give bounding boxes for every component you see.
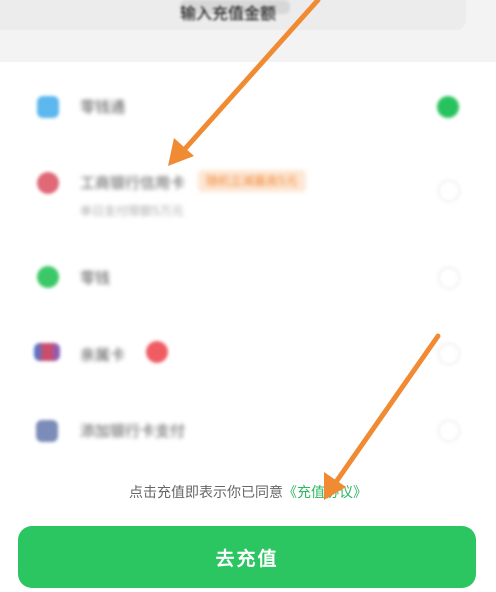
bank-card-icon bbox=[37, 172, 59, 194]
unselected-radio[interactable] bbox=[438, 420, 460, 442]
promo-tag: 随机立减最高5元 bbox=[198, 170, 306, 192]
amount-area: 输入充值金额 bbox=[0, 0, 496, 62]
payment-row-family-card[interactable]: 亲属卡 bbox=[0, 316, 496, 392]
amount-input[interactable]: 输入充值金额 bbox=[0, 0, 466, 30]
wallet-icon bbox=[37, 96, 59, 118]
unselected-radio[interactable] bbox=[438, 343, 460, 365]
payment-subtext: 单日支付限额5万元 bbox=[80, 204, 184, 218]
recharge-button[interactable]: 去充值 bbox=[18, 526, 476, 588]
recharge-agreement-link[interactable]: 《充值协议》 bbox=[283, 485, 367, 501]
bottom-action-bar: 去充值 bbox=[0, 510, 496, 592]
payment-label: 亲属卡 bbox=[80, 346, 126, 364]
unselected-radio[interactable] bbox=[438, 267, 460, 289]
payment-method-list: 零钱通 工商银行信用卡 随机立减最高5元 单日支付限额5万元 零钱 亲属卡 添加… bbox=[0, 62, 496, 482]
payment-label: 零钱通 bbox=[80, 98, 126, 116]
payment-label: 工商银行信用卡 bbox=[80, 174, 186, 192]
add-card-icon bbox=[36, 420, 58, 442]
change-icon bbox=[37, 266, 59, 288]
agreement-notice: 点击充值即表示你已同意《充值协议》 bbox=[0, 482, 496, 510]
amount-input-placeholder: 输入充值金额 bbox=[180, 0, 290, 23]
payment-label: 零钱 bbox=[80, 269, 111, 287]
payment-row-lingqian[interactable]: 零钱 bbox=[0, 240, 496, 316]
payment-row-credit-card[interactable]: 工商银行信用卡 随机立减最高5元 单日支付限额5万元 bbox=[0, 144, 496, 240]
selected-radio[interactable] bbox=[437, 96, 459, 118]
badge-icon bbox=[146, 341, 168, 363]
unselected-radio[interactable] bbox=[438, 180, 460, 202]
agreement-text: 点击充值即表示你已同意 bbox=[129, 485, 283, 501]
payment-label: 添加银行卡支付 bbox=[80, 422, 186, 440]
payment-row-lingqiantong[interactable]: 零钱通 bbox=[0, 62, 496, 144]
family-card-icon bbox=[34, 343, 60, 361]
payment-row-add-card[interactable]: 添加银行卡支付 bbox=[0, 392, 496, 482]
